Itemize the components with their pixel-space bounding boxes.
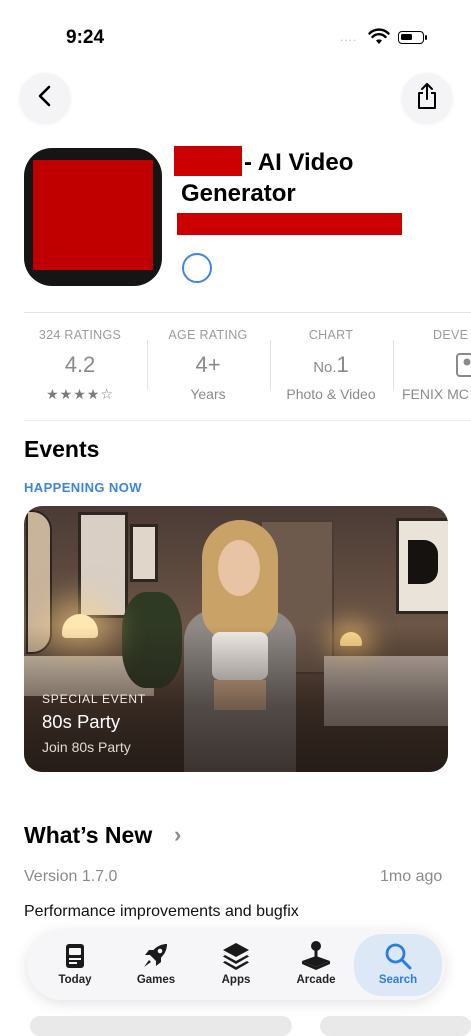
stat-sub: Photo & Video [286,386,376,402]
stat-separator [393,340,394,390]
share-icon [415,82,439,115]
stat-number: 1 [336,352,349,377]
tab-label: Today [58,974,92,986]
stat-label: DEVE [433,328,469,342]
rocket-icon [120,938,192,970]
event-name: 80s Party [42,711,121,732]
stat-label: AGE RATING [168,328,248,342]
tab-search[interactable]: Search [354,934,442,996]
stat-age-rating[interactable]: AGE RATING 4+ Years [148,328,268,402]
happening-now-label: HAPPENING NOW [24,480,142,495]
divider [24,420,471,421]
app-icon [24,148,162,286]
joystick-icon [280,938,352,970]
tab-today[interactable]: Today [39,938,111,994]
events-heading: Events [24,436,100,462]
event-tag: SPECIAL EVENT [42,692,146,706]
download-progress-button[interactable] [182,253,212,283]
redacted-icon [33,160,153,270]
signal-indicator: .... [340,30,358,44]
share-button[interactable] [402,73,452,123]
stat-developer[interactable]: DEVE FENIX MC [400,328,471,402]
redacted-app-name [174,146,242,176]
stat-value: 4+ [195,352,221,377]
background-card [320,1016,471,1036]
stat-ratings[interactable]: 324 RATINGS 4.2 ★★★★☆ [20,328,140,403]
background-card [30,1016,292,1036]
stat-value: 4.2 [64,352,96,377]
redacted-subtitle [177,213,402,235]
tab-label: Search [378,974,418,986]
stat-sub: Years [190,386,226,402]
battery-icon [398,31,427,44]
event-subtitle: Join 80s Party [42,739,131,755]
tab-bar: Today Games Apps Arcade Search [27,930,445,1000]
stat-sub: FENIX MC [402,386,469,402]
release-date: 1mo ago [380,868,443,885]
tab-label: Games [136,974,176,986]
stat-label: CHART [308,328,354,342]
layers-icon [200,938,272,970]
status-time: 9:24 [66,27,105,48]
tab-games[interactable]: Games [120,938,192,994]
chevron-right-icon[interactable]: › [174,822,181,848]
release-notes: Performance improvements and bugfix [24,903,299,920]
tab-apps[interactable]: Apps [200,938,272,994]
tab-arcade[interactable]: Arcade [280,938,352,994]
stat-value: No.1 [271,352,391,380]
back-button[interactable] [20,73,70,123]
tab-label: Apps [221,974,251,986]
event-card[interactable]: SPECIAL EVENT 80s Party Join 80s Party [24,506,448,772]
whats-new-heading[interactable]: What’s New [24,822,152,849]
divider [24,312,471,313]
search-icon [354,934,442,970]
stat-prefix: No. [313,359,337,376]
today-icon [39,938,111,970]
version-label: Version 1.7.0 [24,868,118,885]
person-icon [400,352,471,380]
app-title-part2: Generator [181,180,296,207]
stat-chart[interactable]: CHART No.1 Photo & Video [271,328,391,402]
app-title-part1: - AI Video [244,149,354,176]
chevron-left-icon [37,85,53,112]
tab-label: Arcade [296,974,336,986]
star-rating: ★★★★☆ [46,386,114,402]
stat-label: 324 RATINGS [38,328,122,342]
wifi-icon [368,28,390,51]
